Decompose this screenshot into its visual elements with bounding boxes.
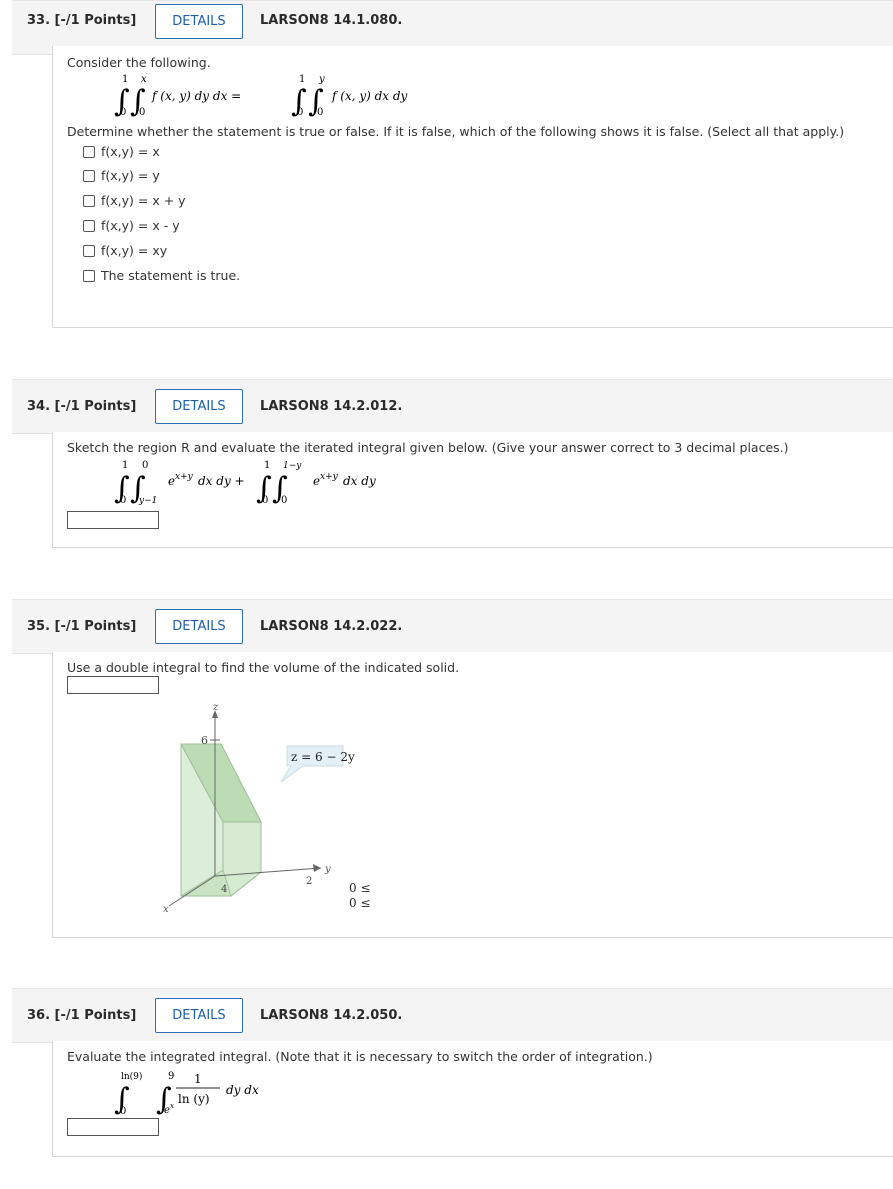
question-36-answer-input[interactable]: [67, 1118, 159, 1136]
option-4[interactable]: f(x,y) = x - y: [83, 218, 180, 233]
question-33-number: 33. [-/1 Points]: [27, 13, 137, 28]
svg-text:ln(9): ln(9): [121, 1071, 142, 1082]
checkbox[interactable]: [83, 219, 95, 232]
svg-text:x: x: [141, 74, 147, 85]
tick-4-label: 4: [221, 884, 227, 895]
question-35-number: 35. [-/1 Points]: [27, 619, 137, 634]
svg-text:1: 1: [299, 74, 305, 85]
question-33-reference: LARSON8 14.1.080.: [260, 13, 403, 28]
question-35-header: 35. [-/1 Points] DETAILS LARSON8 14.2.02…: [12, 599, 893, 654]
question-36-body: Evaluate the integrated integral. (Note …: [52, 1041, 893, 1157]
svg-text:1: 1: [122, 460, 128, 471]
option-6[interactable]: The statement is true.: [83, 268, 240, 283]
y-range-label: 0 ≤ y ≤ 2: [349, 896, 373, 910]
svg-text:0: 0: [139, 107, 145, 118]
svg-text:x+y: x+y: [320, 472, 339, 482]
checkbox[interactable]: [83, 269, 95, 282]
question-33-details-button[interactable]: DETAILS: [155, 4, 243, 39]
option-5[interactable]: f(x,y) = xy: [83, 243, 167, 258]
svg-text:0: 0: [142, 460, 148, 471]
svg-text:0: 0: [317, 107, 323, 118]
question-33-equation: ∫ ∫ 1 x 0 0 f (x, y) dy dx = ∫ ∫ 1 y 0 0…: [114, 74, 408, 119]
question-34-number: 34. [-/1 Points]: [27, 399, 137, 414]
option-3[interactable]: f(x,y) = x + y: [83, 193, 186, 208]
svg-text:0: 0: [120, 495, 126, 506]
svg-text:0: 0: [120, 1106, 126, 1117]
svg-text:x: x: [170, 1102, 174, 1110]
question-33-body: Consider the following. ∫ ∫ 1 x 0 0 f (x…: [52, 46, 893, 328]
question-34-body: Sketch the region R and evaluate the ite…: [52, 432, 893, 548]
question-34-equation: ∫ ∫ 1 0 0 y−1 e x+y dx dy + ∫ ∫ 1 1−y 0 …: [114, 460, 376, 506]
checkbox[interactable]: [83, 169, 95, 182]
svg-text:1: 1: [122, 74, 128, 85]
z-axis-label: z: [212, 702, 219, 713]
question-34-details-button[interactable]: DETAILS: [155, 389, 243, 424]
checkbox[interactable]: [83, 194, 95, 207]
svg-text:dy dx: dy dx: [226, 1083, 259, 1097]
svg-text:1−y: 1−y: [283, 461, 302, 471]
checkbox[interactable]: [83, 244, 95, 257]
y-axis-arrow: [313, 864, 321, 872]
question-36-equation: ∫ ∫ ln(9) 0 9 e x 1 ln (y) dy dx: [114, 1071, 259, 1117]
svg-text:dx dy: dx dy: [343, 474, 376, 488]
svg-text:ln (y): ln (y): [178, 1092, 210, 1106]
question-33-prompt: Consider the following.: [67, 55, 211, 70]
y-axis-label: y: [324, 864, 331, 875]
question-36-reference: LARSON8 14.2.050.: [260, 1008, 403, 1023]
svg-text:0: 0: [120, 107, 126, 118]
question-34-instruction: Sketch the region R and evaluate the ite…: [67, 440, 789, 455]
svg-text:y: y: [318, 74, 325, 85]
question-35-instruction: Use a double integral to find the volume…: [67, 660, 460, 675]
option-2[interactable]: f(x,y) = y: [83, 168, 160, 183]
tick-6-label: 6: [201, 734, 208, 747]
question-34-answer-input[interactable]: [67, 511, 159, 529]
question-36-number: 36. [-/1 Points]: [27, 1008, 137, 1023]
svg-text:dx dy +: dx dy +: [198, 474, 245, 488]
question-36-details-button[interactable]: DETAILS: [155, 998, 243, 1033]
x-axis-label: x: [163, 904, 169, 915]
question-33-instruction: Determine whether the statement is true …: [67, 124, 845, 139]
solid-side-face: [222, 821, 262, 897]
svg-text:f (x, y) dx dy: f (x, y) dx dy: [331, 89, 408, 103]
svg-text:f (x, y) dy dx =: f (x, y) dy dx =: [151, 89, 241, 103]
question-35-answer-input[interactable]: [67, 676, 159, 694]
svg-text:0: 0: [297, 107, 303, 118]
question-35-body: Use a double integral to find the volume…: [52, 652, 893, 938]
svg-text:1: 1: [264, 460, 270, 471]
x-range-label: 0 ≤ x ≤ 4: [349, 881, 373, 895]
svg-text:0: 0: [262, 495, 268, 506]
question-36-instruction: Evaluate the integrated integral. (Note …: [67, 1049, 653, 1064]
tick-2-label: 2: [306, 876, 312, 887]
svg-text:1: 1: [194, 1072, 202, 1086]
svg-text:9: 9: [168, 1071, 174, 1082]
question-34-reference: LARSON8 14.2.012.: [260, 399, 403, 414]
solid-figure: z y x 6 4 2 z = 6 − 2y 0 ≤ x ≤ 4 0 ≤ y ≤…: [163, 702, 373, 915]
question-35-details-button[interactable]: DETAILS: [155, 609, 243, 644]
svg-text:y−1: y−1: [138, 496, 157, 506]
surface-label: z = 6 − 2y: [291, 750, 355, 764]
checkbox[interactable]: [83, 145, 95, 158]
svg-text:0: 0: [281, 495, 287, 506]
question-36-header: 36. [-/1 Points] DETAILS LARSON8 14.2.05…: [12, 988, 893, 1043]
question-34-header: 34. [-/1 Points] DETAILS LARSON8 14.2.01…: [12, 379, 893, 434]
svg-text:x+y: x+y: [175, 472, 194, 482]
option-1[interactable]: f(x,y) = x: [83, 144, 160, 159]
question-35-reference: LARSON8 14.2.022.: [260, 619, 403, 634]
